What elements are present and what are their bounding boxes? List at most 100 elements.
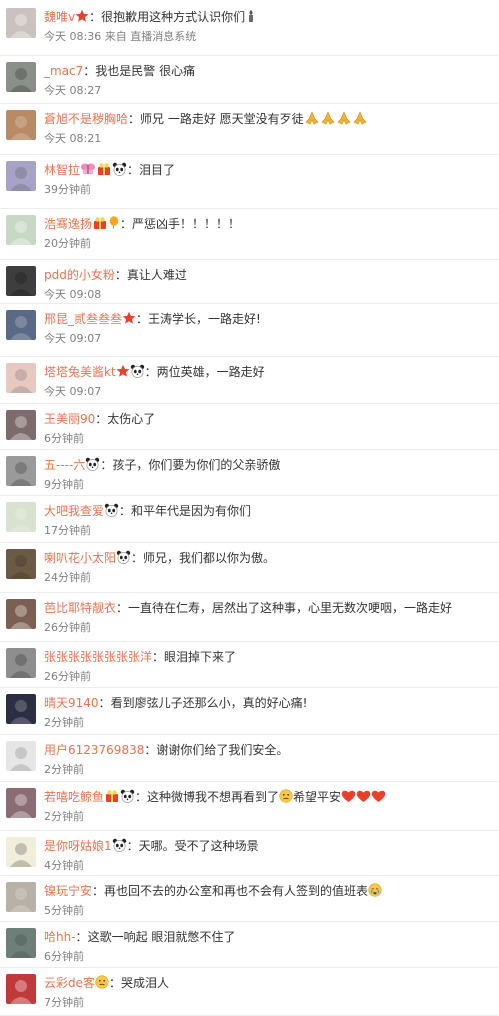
comment-meta: 5分钟前: [44, 903, 84, 919]
comment-line: 蒼旭不是秽胸哈：师兄 一路走好 愿天堂没有歹徒: [44, 109, 493, 129]
username-link[interactable]: 云彩de客: [44, 976, 95, 990]
comment-item: 芭比耶特靓衣：一直待在仁寿，居然出了这种事，心里无数次哽咽，一路走好 26分钟前: [0, 593, 499, 642]
username-link[interactable]: 喇叭花小太阳: [44, 551, 116, 565]
timestamp: 今天 08:21: [44, 132, 102, 145]
avatar[interactable]: [6, 110, 36, 140]
comment-line: 哈hh-：这歌一响起 眼泪就憋不住了: [44, 927, 493, 947]
candle-icon: [245, 9, 257, 23]
comment-meta: 6分钟前: [44, 431, 84, 447]
username-link[interactable]: pdd的小女粉: [44, 268, 115, 282]
separator: ：: [152, 650, 165, 664]
avatar[interactable]: [6, 8, 36, 38]
panda-icon: [130, 364, 145, 378]
pray-icon: [320, 111, 336, 125]
comment-text: 一直待在仁寿，居然出了这种事，心里无数次哽咽，一路走好: [128, 601, 453, 615]
comment-text: 师兄 一路走好 愿天堂没有歹徒: [140, 112, 304, 126]
username-link[interactable]: 张张张张张张张张洋: [44, 650, 152, 664]
comment-text: 泪目了: [139, 163, 176, 177]
panda-icon: [112, 838, 127, 852]
separator: ：: [144, 743, 157, 757]
avatar[interactable]: [6, 456, 36, 486]
separator: ：: [119, 504, 132, 518]
username-link[interactable]: 五----六: [44, 458, 85, 472]
avatar[interactable]: [6, 837, 36, 867]
avatar[interactable]: [6, 215, 36, 245]
comment-text: 天哪。受不了这种场景: [138, 839, 259, 853]
separator: ：: [95, 412, 108, 426]
comment-text: 孩子，你们要为你们的父亲骄傲: [112, 458, 281, 472]
username-link[interactable]: 是你呀姑娘1: [44, 839, 112, 853]
username-link[interactable]: 哈hh-: [44, 930, 76, 944]
timestamp: 39分钟前: [44, 183, 91, 196]
comment-text: 严惩凶手！！！！！: [132, 217, 241, 231]
comment-meta: 26分钟前: [44, 669, 91, 685]
separator: ：: [114, 268, 127, 282]
separator: ：: [128, 112, 141, 126]
comment-line: _mac7：我也是民警 很心痛: [44, 61, 493, 81]
separator: ：: [98, 696, 111, 710]
username-link[interactable]: 用户6123769838: [44, 743, 144, 757]
gift-icon: [104, 789, 120, 803]
comment-item: 用户6123769838：谢谢你们给了我们安全。 2分钟前: [0, 735, 499, 782]
comment-meta: 24分钟前: [44, 570, 91, 586]
comment-item: 蒼旭不是秽胸哈：师兄 一路走好 愿天堂没有歹徒今天 08:21: [0, 104, 499, 155]
source-text: 来自 直播消息系统: [101, 30, 197, 43]
comment-meta: 2分钟前: [44, 762, 84, 778]
separator: ：: [116, 601, 129, 615]
username-link[interactable]: 晴天9140: [44, 696, 99, 710]
avatar[interactable]: [6, 502, 36, 532]
avatar[interactable]: [6, 648, 36, 678]
avatar[interactable]: [6, 266, 36, 296]
star-icon: [116, 364, 130, 378]
username-link[interactable]: 王美丽90: [44, 412, 95, 426]
avatar[interactable]: [6, 741, 36, 771]
balloon-icon: [108, 216, 120, 230]
comment-meta: 今天 09:07: [44, 384, 101, 400]
avatar[interactable]: [6, 549, 36, 579]
comment-item: 林智拉 ：泪目了 39分钟前: [0, 155, 499, 209]
timestamp: 2分钟前: [44, 810, 84, 823]
username-link[interactable]: 若嘻吃鲸鱼: [44, 790, 104, 804]
username-link[interactable]: 魏唯v: [44, 10, 75, 24]
panda-icon: [104, 503, 119, 517]
avatar[interactable]: [6, 410, 36, 440]
avatar[interactable]: [6, 62, 36, 92]
timestamp: 6分钟前: [44, 432, 84, 445]
avatar[interactable]: [6, 788, 36, 818]
avatar[interactable]: [6, 310, 36, 340]
avatar[interactable]: [6, 363, 36, 393]
comment-line: 邢昆_贰叁叁叁 ：王涛学长，一路走好!: [44, 309, 493, 329]
username-link[interactable]: _mac7: [44, 64, 83, 78]
comment-item: 云彩de客 ：哭成泪人 7分钟前: [0, 968, 499, 1016]
comment-item: 浩骞逸扬 ：严惩凶手！！！！！ 20分钟前: [0, 209, 499, 260]
panda-icon: [120, 789, 135, 803]
username-link[interactable]: 蒼旭不是秽胸哈: [44, 112, 128, 126]
avatar[interactable]: [6, 694, 36, 724]
timestamp: 26分钟前: [44, 621, 91, 634]
comment-line: 芭比耶特靓衣：一直待在仁寿，居然出了这种事，心里无数次哽咽，一路走好: [44, 598, 493, 618]
avatar[interactable]: [6, 599, 36, 629]
username-link[interactable]: 浩骞逸扬: [44, 217, 92, 231]
separator: ：: [131, 551, 144, 565]
username-link[interactable]: 大吧我查爱: [44, 504, 104, 518]
timestamp: 24分钟前: [44, 571, 91, 584]
comment-item: 晴天9140：看到廖弦儿子还那么小，真的好心痛! 2分钟前: [0, 688, 499, 735]
username-link[interactable]: 芭比耶特靓衣: [44, 601, 116, 615]
comment-line: 王美丽90：太伤心了: [44, 409, 493, 429]
comment-line: 塔塔兔美酱kt ：两位英雄，一路走好: [44, 362, 493, 382]
comment-line: 喇叭花小太阳 ：师兄，我们都以你为傲。: [44, 548, 493, 568]
username-link[interactable]: 邢昆_贰叁叁叁: [44, 312, 122, 326]
avatar[interactable]: [6, 161, 36, 191]
avatar[interactable]: [6, 974, 36, 1004]
comment-line: 云彩de客 ：哭成泪人: [44, 973, 493, 993]
gift-icon: [96, 162, 112, 176]
comment-text: 王涛学长，一路走好!: [148, 312, 261, 326]
avatar[interactable]: [6, 928, 36, 958]
username-link[interactable]: 塔塔兔美酱kt: [44, 365, 116, 379]
comment-item: _mac7：我也是民警 很心痛 今天 08:27: [0, 56, 499, 104]
username-link[interactable]: 林智拉: [44, 163, 80, 177]
comment-line: 魏唯v ：很抱歉用这种方式认识你们: [44, 7, 493, 27]
username-link[interactable]: 镍玩宁安: [44, 884, 92, 898]
pray-icon: [304, 111, 320, 125]
avatar[interactable]: [6, 882, 36, 912]
